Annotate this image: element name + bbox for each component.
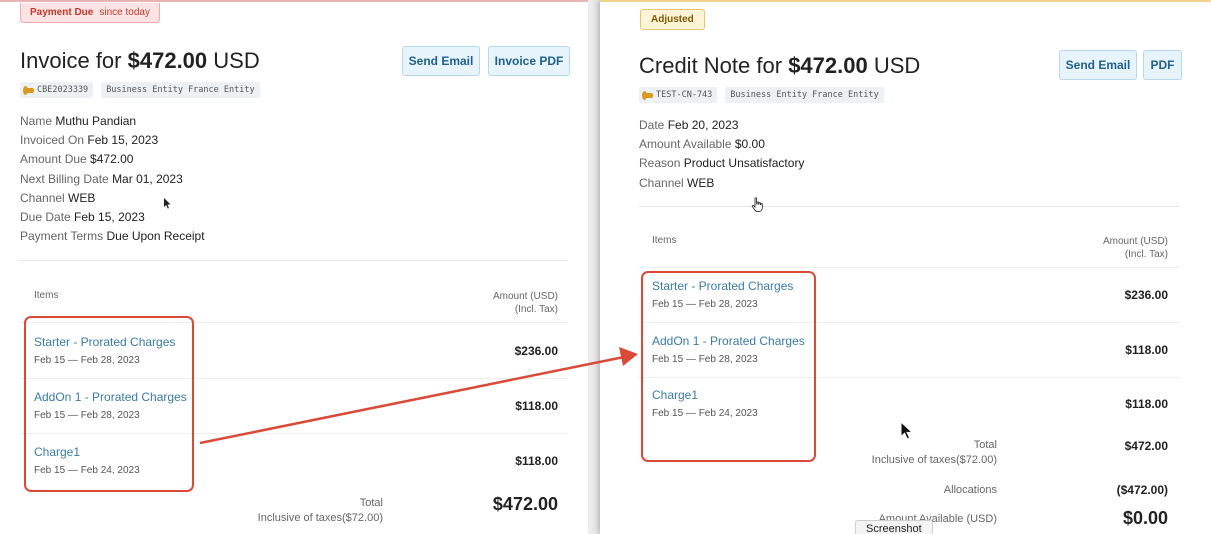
line-item-amount: $118.00 [1125, 397, 1168, 411]
highlight-box [641, 271, 816, 462]
line-item-amount: $118.00 [515, 454, 558, 468]
key-icon [642, 90, 653, 100]
amount-available-value: $0.00 [1122, 508, 1168, 528]
allocations-value: ($472.00) [1116, 483, 1168, 497]
allocations-label: Allocations [943, 484, 997, 496]
detail-channel: Channel WEB [20, 190, 96, 205]
divider [639, 206, 1180, 207]
credit-note-title: Credit Note for $472.00 USD [639, 53, 921, 78]
line-item-amount: $118.00 [515, 399, 558, 413]
amount-header: Amount (USD) (Incl. Tax) [492, 291, 558, 315]
detail-amount-available: Amount Available $0.00 [639, 137, 765, 152]
credit-note-panel: Adjusted Credit Note for $472.00 USD Sen… [600, 0, 1211, 534]
pdf-button[interactable]: PDF [1143, 50, 1182, 80]
credit-total-amount: $472.00 [1124, 439, 1168, 453]
credit-total-label: Total Inclusive of taxes($72.00) [871, 439, 997, 466]
send-email-button[interactable]: Send Email [1059, 50, 1137, 80]
invoice-total-label: Total Inclusive of taxes($72.00) [257, 497, 383, 524]
mouse-pointer-icon [900, 421, 914, 440]
detail-amount-due: Amount Due $472.00 [20, 152, 134, 167]
invoice-pdf-button[interactable]: Invoice PDF [488, 46, 570, 76]
payment-due-badge: Payment Due since today [20, 3, 160, 23]
invoice-tags: CBE2023339 Business Entity France Entity [20, 82, 260, 98]
detail-invoiced-on: Invoiced On Feb 15, 2023 [20, 133, 159, 148]
invoice-id-tag[interactable]: CBE2023339 [20, 82, 94, 98]
invoice-panel: Payment Due since today Invoice for $472.… [0, 0, 588, 534]
invoice-details: Name Muthu Pandian Invoiced On Feb 15, 2… [20, 112, 205, 246]
business-entity-tag: Business Entity France Entity [101, 82, 260, 98]
adjusted-badge: Adjusted [640, 9, 705, 30]
line-item-amount: $236.00 [1124, 288, 1168, 302]
invoice-title: Invoice for $472.00 USD [20, 48, 260, 73]
highlight-box [24, 316, 194, 492]
credit-note-tags: TEST-CN-743 Business Entity France Entit… [639, 87, 884, 103]
divider [20, 260, 568, 261]
business-entity-tag: Business Entity France Entity [725, 87, 884, 103]
invoice-total-amount: $472.00 [492, 494, 558, 514]
hand-pointer-icon [751, 197, 763, 213]
detail-reason: Reason Product Unsatisfactory [639, 156, 805, 171]
send-email-button[interactable]: Send Email [402, 46, 480, 76]
key-icon [23, 85, 34, 95]
detail-next-billing: Next Billing Date Mar 01, 2023 [20, 171, 183, 186]
detail-date: Date Feb 20, 2023 [639, 118, 739, 132]
credit-note-id-tag[interactable]: TEST-CN-743 [639, 87, 718, 103]
line-item-amount: $118.00 [1125, 343, 1168, 357]
detail-due-date: Due Date Feb 15, 2023 [20, 210, 145, 225]
detail-channel: Channel WEB [639, 175, 715, 190]
mouse-pointer-icon [164, 198, 171, 209]
items-header: Items [34, 290, 59, 301]
line-item-amount: $236.00 [514, 344, 558, 358]
detail-payment-terms: Payment Terms Due Upon Receipt [20, 229, 205, 244]
credit-note-details: Date Feb 20, 2023 Amount Available $0.00… [639, 116, 804, 193]
amount-header: Amount (USD) (Incl. Tax) [1102, 236, 1168, 260]
items-header: Items [652, 235, 677, 246]
screenshot-tooltip: Screenshot [855, 520, 933, 534]
detail-name: Name Muthu Pandian [20, 114, 137, 128]
